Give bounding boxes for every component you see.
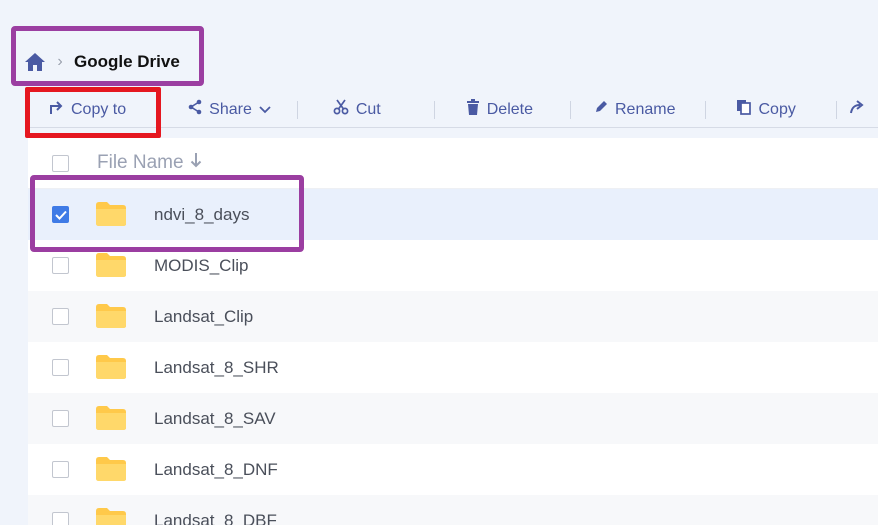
list-header: File Name [28,138,878,189]
copy-to-button[interactable]: Copy to [48,92,126,128]
folder-icon [95,201,127,232]
file-name-header-label: File Name [97,152,184,173]
row-checkbox[interactable] [52,206,69,223]
file-name[interactable]: Landsat_Clip [154,307,253,327]
toolbar-divider [835,100,837,119]
file-row[interactable]: Landsat_8_SAV [28,393,878,444]
toolbar-divider [296,100,298,119]
copy-label: Copy [758,100,796,118]
rename-button[interactable]: Rename [594,92,675,128]
file-name[interactable]: Landsat_8_SAV [154,409,276,429]
share-button[interactable]: Share [188,92,271,128]
file-row[interactable]: Landsat_8_SHR [28,342,878,393]
share-label: Share [209,100,252,118]
folder-icon [95,354,127,385]
folder-icon [95,507,127,525]
file-row[interactable]: Landsat_8_DNF [28,444,878,495]
toolbar: Copy to Share Cut Delete Rename Copy [28,92,878,128]
row-checkbox[interactable] [52,461,69,478]
breadcrumb: › Google Drive [24,52,180,72]
select-all-checkbox[interactable] [52,154,69,172]
cut-label: Cut [355,100,381,118]
toolbar-divider [570,100,571,119]
more-share-button[interactable] [849,92,865,128]
chevron-right-icon: › [57,53,63,70]
file-name-column-header[interactable]: File Name [97,152,202,174]
chevron-down-icon [259,101,271,119]
row-checkbox[interactable] [52,257,69,274]
trash-icon [466,99,480,120]
cut-button[interactable]: Cut [333,92,381,128]
forward-arrow-icon [849,99,865,120]
delete-button[interactable]: Delete [466,92,533,128]
file-name[interactable]: ndvi_8_days [154,205,249,225]
breadcrumb-current[interactable]: Google Drive [74,52,180,72]
home-icon[interactable] [24,52,46,72]
file-name[interactable]: Landsat_8_SHR [154,358,279,378]
file-row[interactable]: Landsat_Clip [28,291,878,342]
file-row[interactable]: Landsat_8_DBF [28,495,878,525]
toolbar-divider [433,100,435,119]
toolbar-divider [705,100,707,119]
file-list: File Name ndvi_8_days MODIS_Clip Landsat_C… [28,138,878,525]
row-checkbox[interactable] [52,308,69,325]
copy-to-label: Copy to [71,100,127,118]
row-checkbox[interactable] [52,359,69,376]
sort-down-arrow-icon [190,152,202,174]
file-row[interactable]: ndvi_8_days [28,189,878,240]
folder-icon [95,303,127,334]
folder-icon [95,252,127,283]
scissors-icon [333,99,349,120]
share-icon [188,99,202,120]
delete-label: Delete [486,100,533,118]
rename-label: Rename [615,100,676,118]
copy-to-arrow-icon [48,99,64,120]
row-checkbox[interactable] [52,512,69,525]
copy-button[interactable]: Copy [736,92,796,128]
file-row[interactable]: MODIS_Clip [28,240,878,291]
checkmark-icon [54,210,67,220]
copy-icon [736,99,752,120]
pencil-icon [594,100,608,119]
file-name[interactable]: MODIS_Clip [154,256,248,276]
file-name[interactable]: Landsat_8_DBF [154,511,277,525]
folder-icon [95,405,127,436]
folder-icon [95,456,127,487]
file-name[interactable]: Landsat_8_DNF [154,460,278,480]
row-checkbox[interactable] [52,410,69,427]
